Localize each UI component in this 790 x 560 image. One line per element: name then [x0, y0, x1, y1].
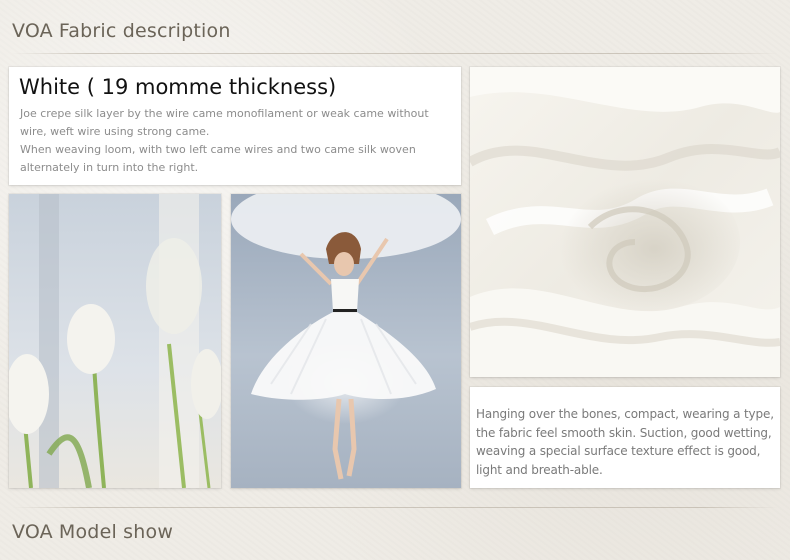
fabric-feel-card: Hanging over the bones, compact, wearing…	[470, 387, 780, 488]
heading-brand: VOA	[12, 20, 53, 42]
heading-brand: VOA	[12, 521, 53, 543]
tulips-illustration	[9, 194, 221, 488]
silk-fabric-image	[470, 67, 780, 377]
fabric-feel-text: Hanging over the bones, compact, wearing…	[476, 407, 774, 477]
fabric-title: White ( 19 momme thickness)	[19, 75, 337, 99]
tulips-image	[9, 194, 221, 488]
model-show-heading: VOA Model show	[12, 521, 173, 543]
fabric-description-text: Joe crepe silk layer by the wire came mo…	[20, 105, 455, 177]
model-illustration	[231, 194, 461, 488]
fabric-paragraph: Joe crepe silk layer by the wire came mo…	[20, 107, 429, 138]
heading-label: Model show	[58, 521, 174, 543]
heading-divider	[12, 507, 778, 508]
fabric-description-heading: VOA Fabric description	[12, 20, 231, 42]
fabric-description-card: White ( 19 momme thickness) Joe crepe si…	[9, 67, 461, 185]
heading-divider	[12, 53, 778, 54]
fabric-paragraph: When weaving loom, with two left came wi…	[20, 143, 416, 174]
silk-illustration	[470, 67, 780, 377]
model-image	[231, 194, 461, 488]
heading-label: Fabric description	[58, 20, 231, 42]
